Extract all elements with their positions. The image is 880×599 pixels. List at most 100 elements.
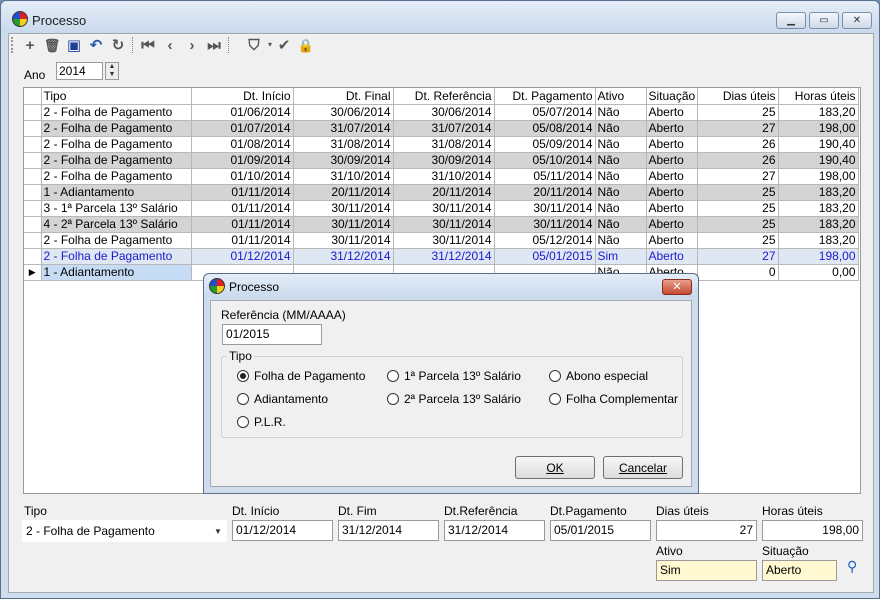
- radio-folha-pagamento[interactable]: Folha de Pagamento: [237, 369, 365, 383]
- table-row[interactable]: 1 - Adiantamento 01/11/2014 20/11/2014 20/1…: [24, 184, 859, 201]
- table-cell[interactable]: 198,00: [778, 120, 859, 137]
- table-cell[interactable]: 20/11/2014: [293, 184, 394, 201]
- row-indicator[interactable]: [24, 104, 42, 121]
- table-cell[interactable]: 26: [697, 152, 779, 169]
- table-cell[interactable]: 0: [697, 264, 779, 281]
- table-cell[interactable]: 25: [697, 104, 779, 121]
- table-cell[interactable]: 31/12/2014: [293, 248, 394, 265]
- table-cell[interactable]: 01/07/2014: [191, 120, 294, 137]
- table-cell[interactable]: 1 - Adiantamento: [41, 184, 192, 201]
- table-cell[interactable]: 01/11/2014: [191, 232, 294, 249]
- table-cell[interactable]: 05/10/2014: [494, 152, 596, 169]
- table-cell[interactable]: Não: [595, 104, 647, 121]
- table-cell[interactable]: Aberto: [646, 184, 698, 201]
- ok-button[interactable]: OK: [515, 456, 595, 479]
- table-cell[interactable]: 2 - Folha de Pagamento: [41, 232, 192, 249]
- table-cell[interactable]: 01/11/2014: [191, 184, 294, 201]
- table-cell[interactable]: Não: [595, 184, 647, 201]
- add-icon[interactable]: +: [21, 36, 39, 54]
- table-cell[interactable]: 30/11/2014: [393, 216, 495, 233]
- table-cell[interactable]: 31/07/2014: [393, 120, 495, 137]
- dias-uteis-field[interactable]: 27: [656, 520, 757, 541]
- table-cell[interactable]: 31/07/2014: [293, 120, 394, 137]
- cancel-button[interactable]: Cancelar: [603, 456, 683, 479]
- table-cell[interactable]: 01/08/2014: [191, 136, 294, 153]
- referencia-input[interactable]: 01/2015: [222, 324, 322, 345]
- table-cell[interactable]: 25: [697, 216, 779, 233]
- table-cell[interactable]: 31/10/2014: [293, 168, 394, 185]
- table-cell[interactable]: 2 - Folha de Pagamento: [41, 152, 192, 169]
- table-cell[interactable]: 30/11/2014: [494, 216, 596, 233]
- table-row[interactable]: 2 - Folha de Pagamento 01/10/2014 31/10/20…: [24, 168, 859, 185]
- table-cell[interactable]: 25: [697, 200, 779, 217]
- table-cell[interactable]: 190,40: [778, 152, 859, 169]
- table-cell[interactable]: Aberto: [646, 200, 698, 217]
- table-cell[interactable]: Não: [595, 200, 647, 217]
- table-cell[interactable]: 1 - Adiantamento: [41, 264, 192, 281]
- row-indicator[interactable]: [24, 216, 42, 233]
- radio-plr[interactable]: P.L.R.: [237, 415, 286, 429]
- table-cell[interactable]: 2 - Folha de Pagamento: [41, 168, 192, 185]
- table-row[interactable]: 3 - 1ª Parcela 13º Salário 01/11/2014 30/1…: [24, 200, 859, 217]
- table-cell[interactable]: 30/09/2014: [393, 152, 495, 169]
- table-cell[interactable]: 31/12/2014: [393, 248, 495, 265]
- column-header[interactable]: Dt. Referência: [393, 88, 495, 105]
- table-cell[interactable]: 05/11/2014: [494, 168, 596, 185]
- table-cell[interactable]: Aberto: [646, 248, 698, 265]
- table-cell[interactable]: 31/08/2014: [293, 136, 394, 153]
- table-row[interactable]: 2 - Folha de Pagamento 01/09/2014 30/09/20…: [24, 152, 859, 169]
- spin-up-icon[interactable]: ▲: [106, 63, 118, 71]
- dt-inicio-field[interactable]: 01/12/2014: [232, 520, 333, 541]
- table-cell[interactable]: Aberto: [646, 232, 698, 249]
- chevron-down-icon[interactable]: ▼: [214, 527, 222, 536]
- table-cell[interactable]: 01/11/2014: [191, 216, 294, 233]
- column-header[interactable]: Dt. Final: [293, 88, 394, 105]
- table-cell[interactable]: 30/11/2014: [293, 200, 394, 217]
- table-cell[interactable]: 27: [697, 120, 779, 137]
- table-row[interactable]: 4 - 2ª Parcela 13º Salário 01/11/2014 30/1…: [24, 216, 859, 233]
- table-cell[interactable]: Sim: [595, 248, 647, 265]
- row-indicator[interactable]: [24, 200, 42, 217]
- table-cell[interactable]: 01/06/2014: [191, 104, 294, 121]
- dt-referencia-field[interactable]: 31/12/2014: [444, 520, 545, 541]
- row-indicator[interactable]: ▶: [24, 264, 42, 281]
- table-cell[interactable]: Não: [595, 120, 647, 137]
- table-row[interactable]: 2 - Folha de Pagamento 01/08/2014 31/08/20…: [24, 136, 859, 153]
- column-header[interactable]: Dt. Início: [191, 88, 294, 105]
- table-cell[interactable]: Não: [595, 232, 647, 249]
- table-cell[interactable]: Aberto: [646, 152, 698, 169]
- table-cell[interactable]: 2 - Folha de Pagamento: [41, 120, 192, 137]
- table-cell[interactable]: 198,00: [778, 248, 859, 265]
- column-header[interactable]: Horas úteis: [778, 88, 859, 105]
- table-cell[interactable]: 183,20: [778, 104, 859, 121]
- lock-icon[interactable]: 🔒: [297, 36, 315, 54]
- table-cell[interactable]: 27: [697, 168, 779, 185]
- horas-uteis-field[interactable]: 198,00: [762, 520, 863, 541]
- row-indicator[interactable]: [24, 248, 42, 265]
- table-cell[interactable]: 2 - Folha de Pagamento: [41, 136, 192, 153]
- save-icon[interactable]: ▣: [65, 36, 83, 54]
- table-cell[interactable]: 183,20: [778, 200, 859, 217]
- dt-pagamento-field[interactable]: 05/01/2015: [550, 520, 651, 541]
- table-cell[interactable]: 01/11/2014: [191, 200, 294, 217]
- row-indicator[interactable]: [24, 136, 42, 153]
- table-cell[interactable]: 2 - Folha de Pagamento: [41, 104, 192, 121]
- column-header[interactable]: Ativo: [595, 88, 647, 105]
- table-cell[interactable]: 30/06/2014: [393, 104, 495, 121]
- undo-icon[interactable]: ↶: [87, 36, 105, 54]
- table-row[interactable]: 2 - Folha de Pagamento 01/06/2014 30/06/20…: [24, 104, 859, 121]
- table-cell[interactable]: 183,20: [778, 184, 859, 201]
- table-cell[interactable]: 05/08/2014: [494, 120, 596, 137]
- table-cell[interactable]: 30/11/2014: [494, 200, 596, 217]
- ativo-field[interactable]: Sim: [656, 560, 757, 581]
- table-cell[interactable]: 31/10/2014: [393, 168, 495, 185]
- table-row[interactable]: 2 - Folha de Pagamento 01/07/2014 31/07/20…: [24, 120, 859, 137]
- table-row[interactable]: 2 - Folha de Pagamento 01/11/2014 30/11/20…: [24, 232, 859, 249]
- table-cell[interactable]: 25: [697, 232, 779, 249]
- last-record-icon[interactable]: ⏭: [205, 36, 223, 54]
- table-cell[interactable]: 198,00: [778, 168, 859, 185]
- table-cell[interactable]: 183,20: [778, 216, 859, 233]
- table-cell[interactable]: Não: [595, 136, 647, 153]
- year-input[interactable]: 2014: [56, 62, 103, 80]
- table-cell[interactable]: Não: [595, 216, 647, 233]
